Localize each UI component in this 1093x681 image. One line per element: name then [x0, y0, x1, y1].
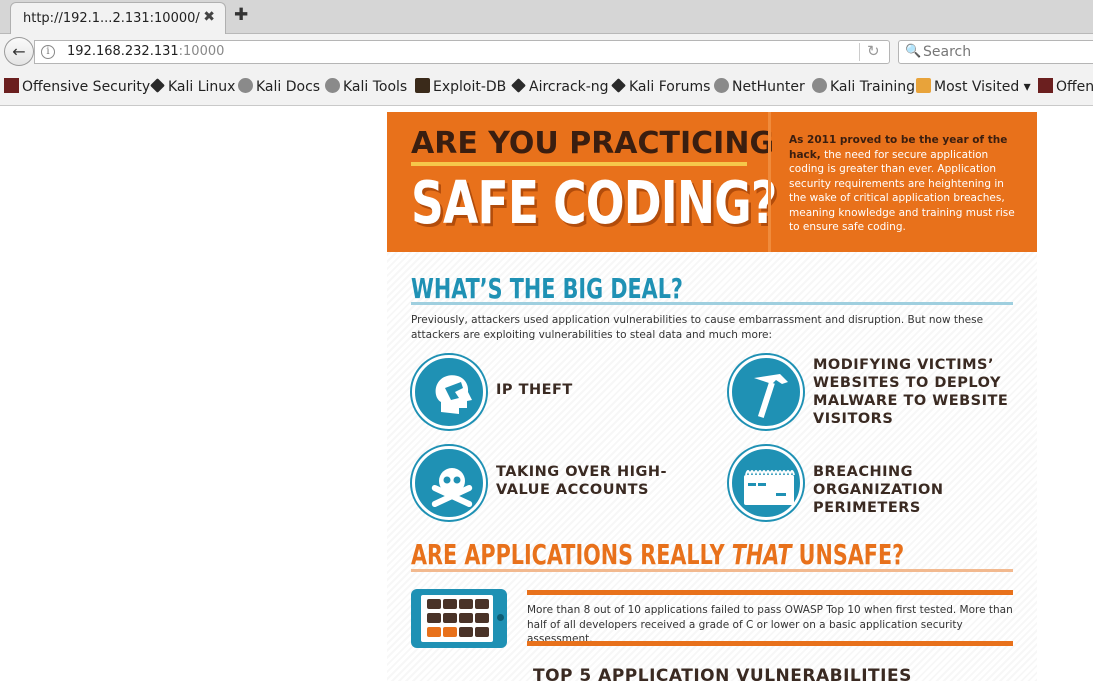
hero-description: As 2011 proved to be the year of the hac…: [789, 134, 1015, 233]
bookmark-offensive-security[interactable]: Offensive Security: [4, 78, 150, 95]
bookmark-kali-tools[interactable]: Kali Tools: [325, 78, 407, 95]
kali-icon: [150, 78, 165, 93]
bookmark-kali-linux[interactable]: Kali Linux: [150, 78, 235, 95]
section-rule-blue: [411, 302, 1013, 305]
bookmark-aircrack-ng[interactable]: Aircrack-ng: [511, 78, 609, 95]
tablet-icon: [411, 589, 507, 648]
stat-rule-top: [527, 590, 1013, 595]
tablet-button: [497, 614, 504, 621]
browser-tab[interactable]: http://192.1...2.131:10000/ ✖: [10, 2, 226, 34]
bookmarks-toolbar: Offensive Security Kali Linux Kali Docs …: [0, 68, 1093, 106]
hammer-icon: [729, 355, 803, 429]
kali-icon: [611, 78, 626, 93]
hero-divider: [768, 112, 771, 252]
grid-cell: [427, 613, 441, 623]
brick-wall-icon: [729, 446, 803, 520]
bookmark-kali-training[interactable]: Kali Training: [812, 78, 915, 95]
search-icon: 🔍: [905, 44, 922, 59]
skull-crossbones-icon: [412, 446, 486, 520]
section-title-top5: TOP 5 APPLICATION VULNERABILITIES: [533, 666, 912, 681]
head-hand-icon: [412, 355, 486, 429]
globe-icon: [325, 78, 340, 93]
offsec-icon: [4, 78, 19, 93]
grid-cell: [459, 627, 473, 637]
url-separator: [859, 43, 860, 61]
back-arrow-icon[interactable]: ←: [4, 37, 34, 66]
hero-title-line1: ARE YOU PRACTICING: [411, 126, 775, 161]
grid-cell: [443, 599, 457, 609]
nav-bar: ← i 192.168.232.131:10000 ↻ 🔍 Search: [0, 34, 1093, 68]
section-rule-orange: [411, 569, 1013, 572]
globe-icon: [238, 78, 253, 93]
globe-icon: [714, 78, 729, 93]
search-placeholder: Search: [923, 44, 972, 60]
grid-cell: [459, 613, 473, 623]
search-input[interactable]: 🔍 Search: [898, 40, 1093, 64]
tablet-screen: [421, 595, 493, 642]
globe-icon: [812, 78, 827, 93]
threat-taking-over-accounts: TAKING OVER HIGH-VALUE ACCOUNTS: [496, 464, 668, 498]
section-title-unsafe: ARE APPLICATIONS REALLY THAT UNSAFE?: [411, 538, 905, 571]
stat-rule-bottom: [527, 641, 1013, 646]
infographic: ARE YOU PRACTICING SAFE CODING? As 2011 …: [387, 112, 1037, 681]
grid-cell: [443, 613, 457, 623]
grid-cell: [459, 599, 473, 609]
bookmark-nethunter[interactable]: NetHunter: [714, 78, 805, 95]
new-tab-icon[interactable]: ✚: [234, 5, 248, 25]
folder-icon: [916, 78, 931, 93]
tab-title: http://192.1...2.131:10000/: [23, 11, 200, 26]
close-tab-icon[interactable]: ✖: [203, 9, 215, 25]
bookmark-most-visited[interactable]: Most Visited ▾: [916, 78, 1031, 95]
threat-ip-theft: IP THEFT: [496, 382, 573, 398]
exploitdb-icon: [415, 78, 430, 93]
hero-title-line2: SAFE CODING?: [411, 168, 777, 237]
grid-cell-highlight: [427, 627, 441, 637]
hero-banner: ARE YOU PRACTICING SAFE CODING? As 2011 …: [387, 112, 1037, 252]
tab-bar: http://192.1...2.131:10000/ ✖ ✚: [0, 0, 1093, 34]
bookmark-offensive-security-2[interactable]: Offen: [1038, 78, 1093, 95]
threat-modifying-websites: MODIFYING VICTIMS’ WEBSITES TO DEPLOY MA…: [813, 357, 1009, 427]
bookmark-kali-forums[interactable]: Kali Forums: [611, 78, 710, 95]
stat-text: More than 8 out of 10 applications faile…: [527, 604, 1013, 645]
section-intro: Previously, attackers used application v…: [411, 314, 984, 341]
grid-cell: [427, 599, 441, 609]
url-bar[interactable]: i 192.168.232.131:10000 ↻: [34, 40, 890, 64]
grid-cell: [475, 627, 489, 637]
grid-cell-highlight: [443, 627, 457, 637]
grid-cell: [475, 599, 489, 609]
section-title-big-deal: WHAT’S THE BIG DEAL?: [411, 272, 683, 305]
threat-breaching-perimeters: BREACHING ORGANIZATION PERIMETERS: [813, 464, 944, 516]
bookmark-exploit-db[interactable]: Exploit-DB: [415, 78, 506, 95]
info-icon[interactable]: i: [41, 45, 55, 59]
aircrack-icon: [511, 78, 526, 93]
offsec-icon: [1038, 78, 1053, 93]
grid-cell: [475, 613, 489, 623]
hero-underline: [411, 162, 747, 166]
url-text: 192.168.232.131:10000: [67, 44, 225, 59]
reload-icon[interactable]: ↻: [867, 42, 880, 60]
bookmark-kali-docs[interactable]: Kali Docs: [238, 78, 320, 95]
